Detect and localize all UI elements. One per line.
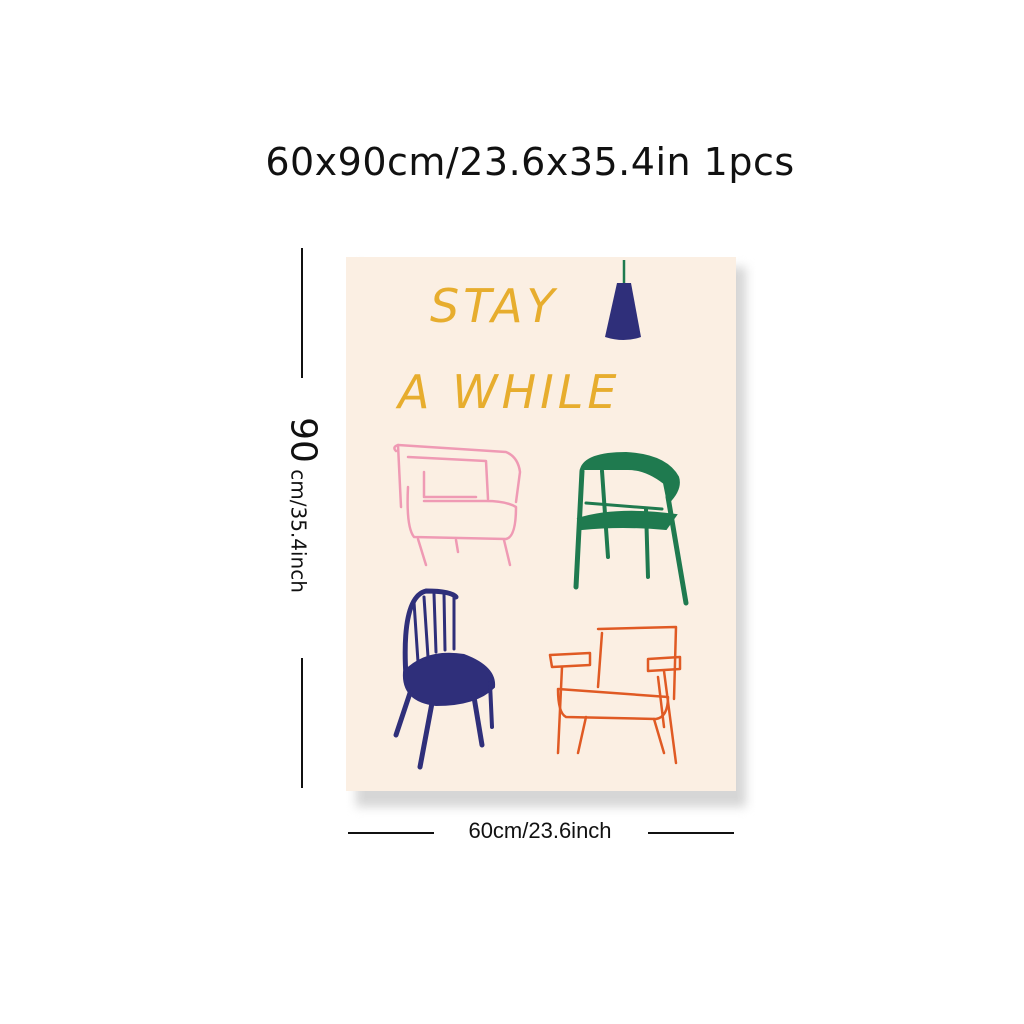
pink-armchair-icon: [393, 443, 522, 567]
height-label: 90 cm/35.4inch: [283, 417, 324, 593]
height-dimension-line-bottom: [301, 658, 303, 788]
poster: STAY A WHILE: [346, 257, 736, 791]
poster-text-line1: STAY: [430, 279, 559, 333]
height-dimension-line-top: [301, 248, 303, 378]
height-unit: cm/35.4inch: [286, 462, 311, 593]
pendant-lamp-icon: [605, 260, 641, 340]
poster-illustration: [393, 260, 689, 770]
height-value: 90: [282, 417, 324, 463]
poster-text-line2: A WHILE: [398, 365, 621, 419]
green-chair-icon: [573, 451, 689, 606]
header-title: 60x90cm/23.6x35.4in 1pcs: [265, 140, 795, 184]
navy-spindle-chair-icon: [393, 588, 496, 770]
width-label: 60cm/23.6inch: [468, 818, 612, 843]
orange-armchair-icon: [548, 625, 682, 765]
